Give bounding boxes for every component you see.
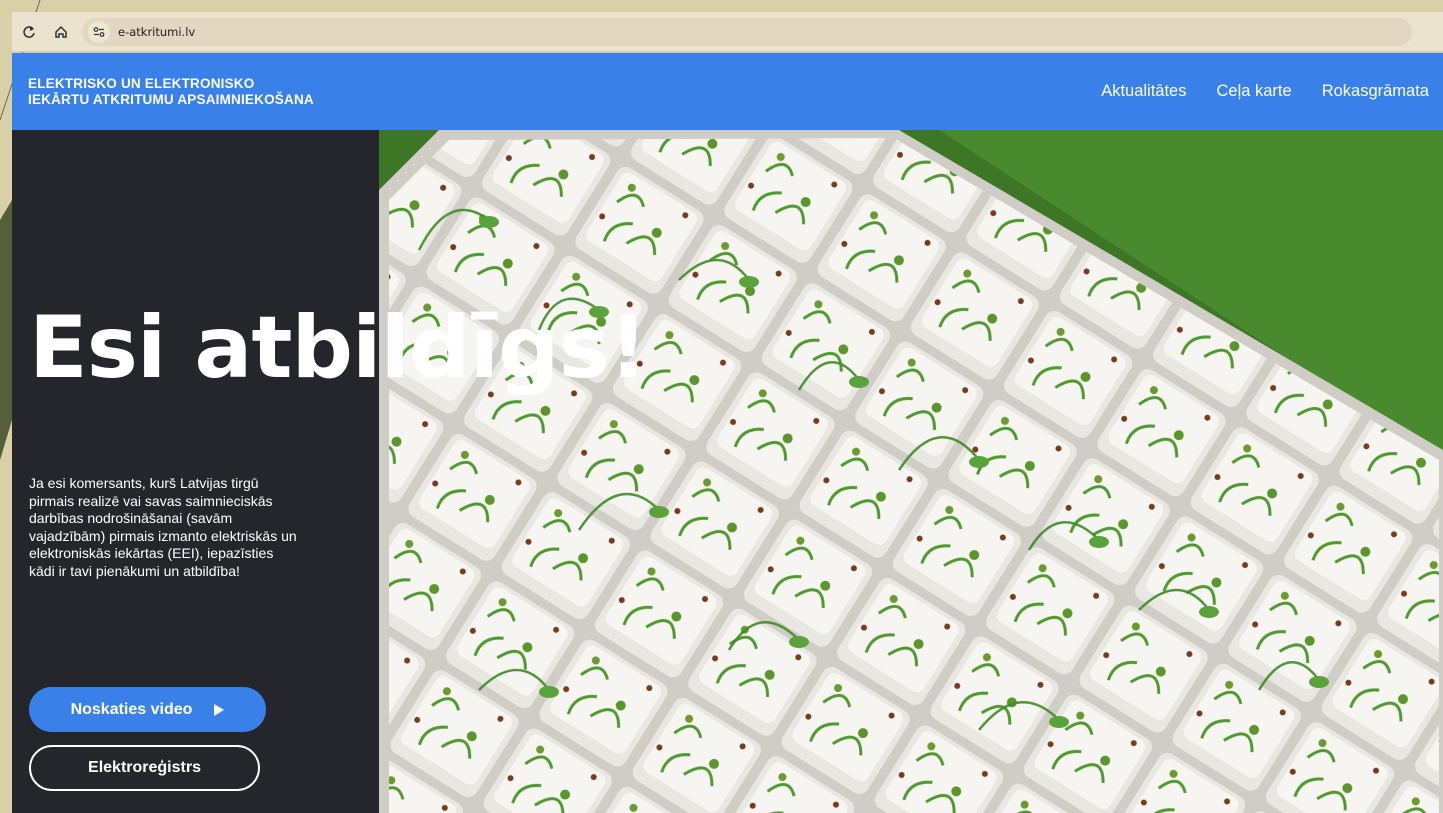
brand-line-2: IEKĀRTU ATKRITUMU APSAIMNIEKOŠANA [28,91,314,107]
hero-title: Esi atbildīgs! [29,298,648,398]
hero-description: Ja esi komersants, kurš Latvijas tirgū p… [29,475,297,579]
elektroregistrs-button[interactable]: Elektroreģistrs [29,745,260,791]
site-settings-icon[interactable] [88,20,110,43]
nav-cela-karte[interactable]: Ceļa karte [1216,82,1291,101]
site-header: ELEKTRISKO UN ELEKTRONISKO IEKĀRTU ATKRI… [12,53,1443,130]
brand-line-1: ELEKTRISKO UN ELEKTRONISKO [28,75,255,91]
elektroregistrs-label: Elektroreģistrs [88,759,201,776]
hero-section: Esi atbildīgs! Ja esi komersants, kurš L… [12,130,1443,813]
nav-rokasgramata[interactable]: Rokasgrāmata [1322,82,1429,101]
main-nav: Aktualitātes Ceļa karte Rokasgrāmata [1101,82,1429,101]
reload-icon[interactable] [18,21,40,43]
play-icon [214,703,225,716]
site-logo[interactable]: ELEKTRISKO UN ELEKTRONISKO IEKĀRTU ATKRI… [28,76,314,108]
nav-aktualitates[interactable]: Aktualitātes [1101,82,1186,101]
watch-video-label: Noskaties video [70,700,193,718]
browser-toolbar: e-atkritumi.lv [12,12,1443,52]
hero-image-keyboard-sprouts [379,130,1443,813]
url-text: e-atkritumi.lv [118,24,196,39]
home-icon[interactable] [50,21,72,43]
address-bar[interactable]: e-atkritumi.lv [82,17,1412,46]
watch-video-button[interactable]: Noskaties video [29,687,266,732]
